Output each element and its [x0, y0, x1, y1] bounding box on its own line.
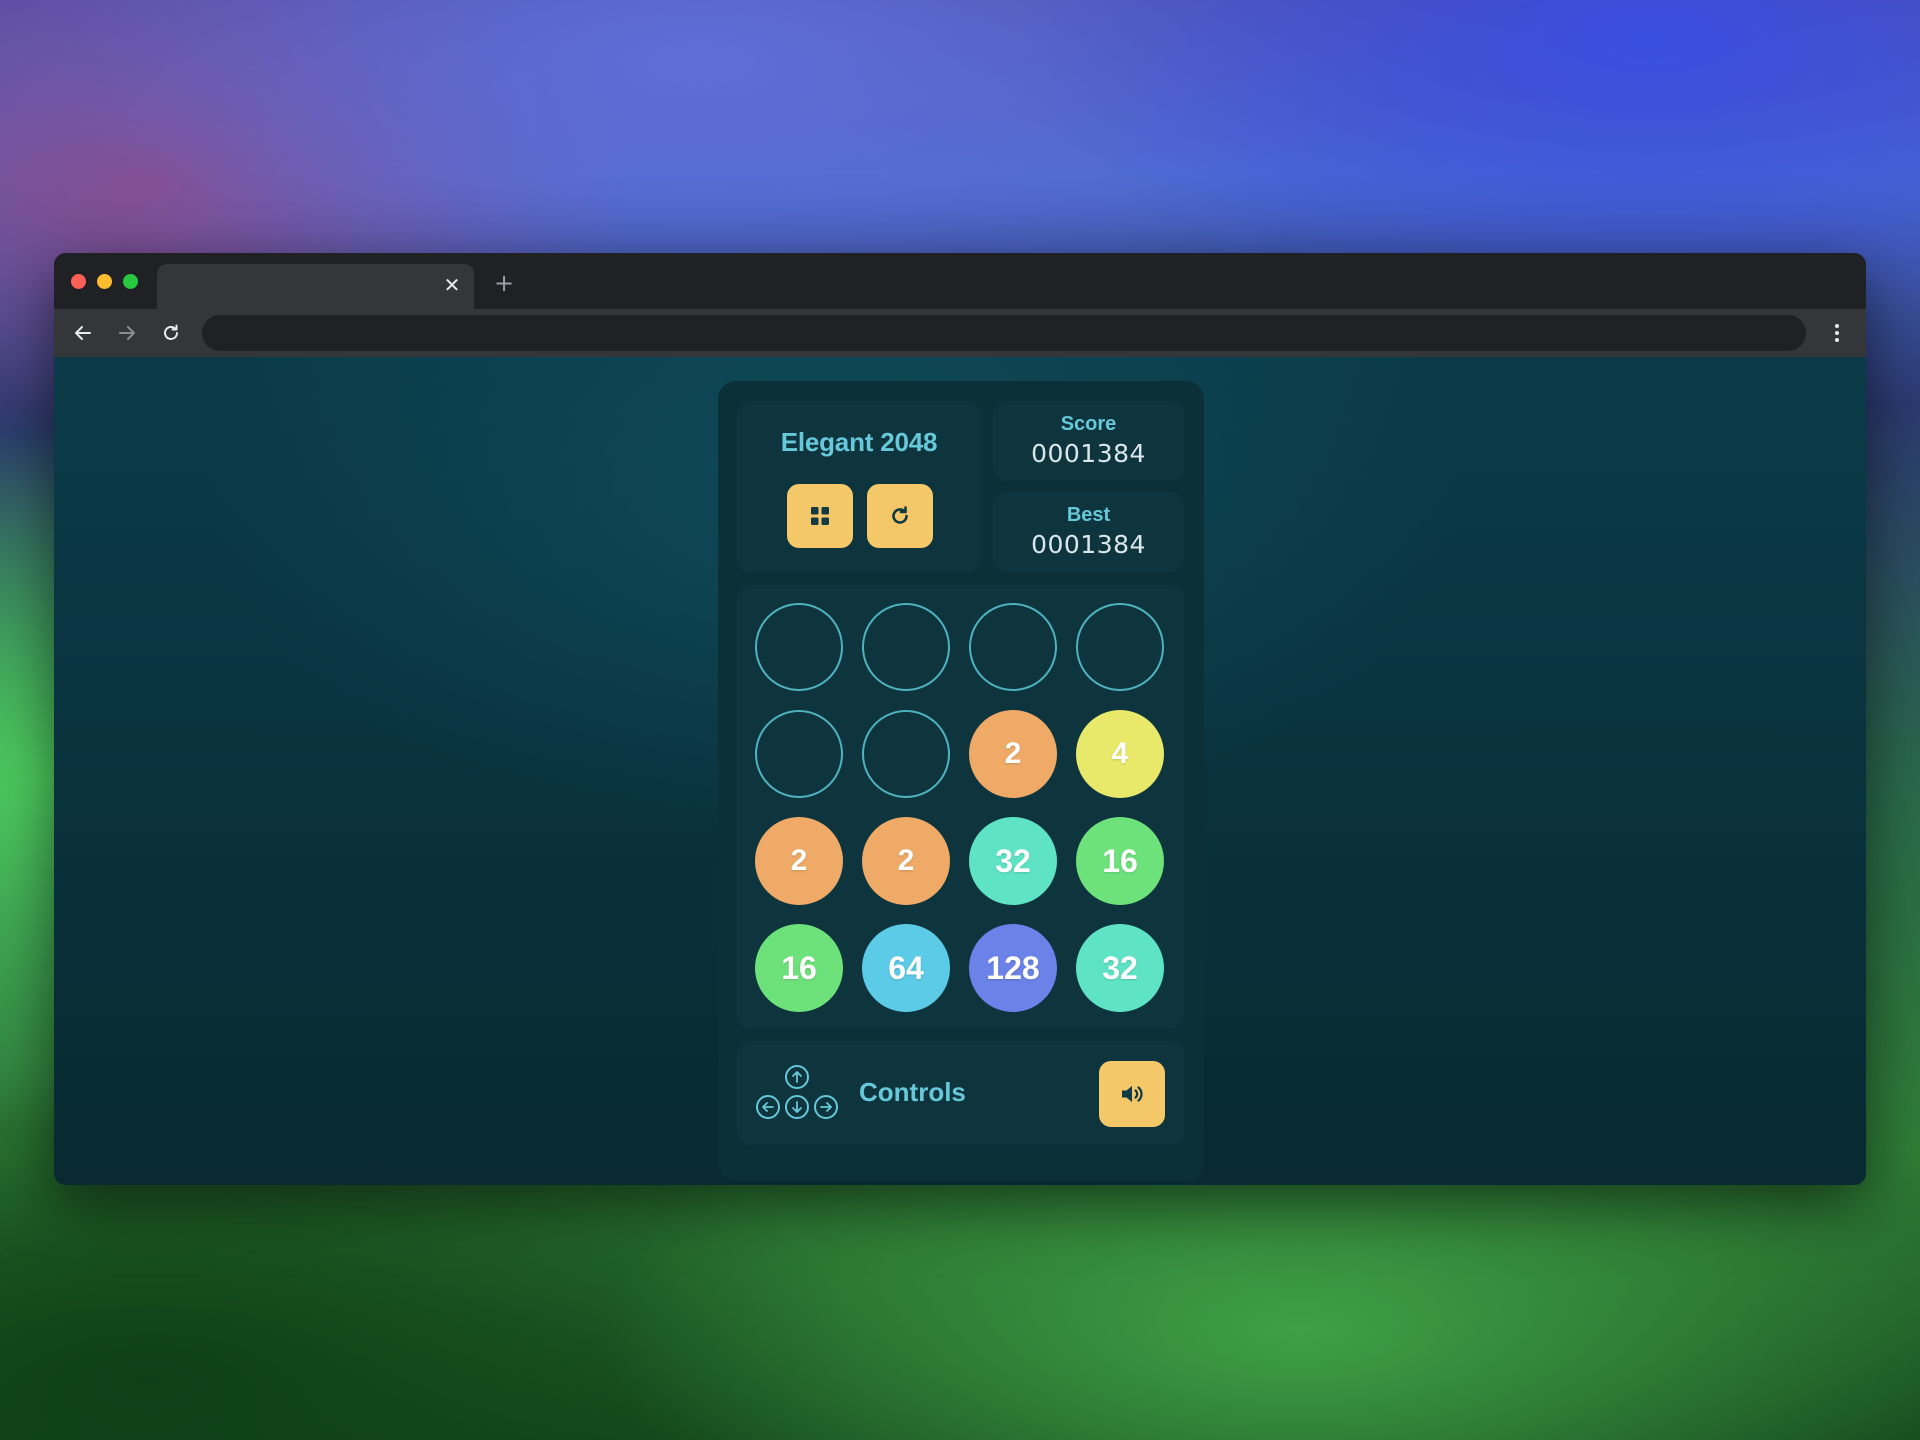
menu-dot [1835, 331, 1839, 335]
tab-close-icon[interactable]: ✕ [440, 273, 464, 297]
tile: 2 [755, 817, 843, 905]
reload-button[interactable] [156, 318, 186, 348]
controls-label: Controls [859, 1077, 966, 1107]
score-label: Score [1060, 413, 1117, 435]
maximize-window-button[interactable] [123, 274, 138, 289]
best-value: 0001384 [1031, 530, 1146, 559]
title-panel: Elegant 2048 [737, 401, 981, 573]
menu-dot [1835, 324, 1839, 328]
tile: 32 [969, 817, 1057, 905]
speaker-icon [1122, 1086, 1143, 1102]
grid-icon [811, 507, 829, 525]
tile: 4 [1076, 710, 1164, 798]
empty-cell [862, 710, 950, 798]
address-bar[interactable] [202, 315, 1806, 351]
tile: 32 [1076, 924, 1164, 1012]
best-label: Best [1066, 504, 1111, 526]
restart-icon [892, 506, 908, 524]
arrow-keys-icon [752, 1065, 842, 1125]
close-window-button[interactable] [71, 274, 86, 289]
empty-cell [969, 603, 1057, 691]
controls-panel: Controls [737, 1041, 1184, 1145]
page-viewport: Elegant 2048 Score 0001384 Best 0001384 … [54, 357, 1866, 1185]
arrow-right-icon [119, 326, 135, 340]
empty-cell [862, 603, 950, 691]
tile: 16 [1076, 817, 1164, 905]
browser-toolbar [54, 309, 1866, 357]
reload-icon [164, 324, 178, 340]
empty-cell [755, 710, 843, 798]
tile: 2 [969, 710, 1057, 798]
arrow-left-icon [756, 1095, 780, 1119]
menu-dot [1835, 338, 1839, 342]
empty-cell [755, 603, 843, 691]
tile: 16 [755, 924, 843, 1012]
restart-button[interactable] [867, 484, 933, 548]
forward-button[interactable] [112, 318, 142, 348]
tile: 128 [969, 924, 1057, 1012]
game-container: Elegant 2048 Score 0001384 Best 0001384 … [718, 381, 1204, 1181]
best-panel: Best 0001384 [993, 492, 1184, 572]
grid-button[interactable] [787, 484, 853, 548]
score-value: 0001384 [1031, 439, 1146, 468]
game-board[interactable]: 2 4 2 2 32 16 16 64 128 32 [737, 585, 1184, 1029]
tile: 64 [862, 924, 950, 1012]
back-button[interactable] [68, 318, 98, 348]
browser-window: ✕ + Elegant 2048 Score 0001384 Best 0001… [54, 253, 1866, 1185]
sound-button[interactable] [1099, 1061, 1165, 1127]
new-tab-button[interactable]: + [490, 269, 518, 297]
browser-tab[interactable]: ✕ [157, 264, 474, 309]
score-panel: Score 0001384 [993, 401, 1184, 481]
arrow-up-icon [785, 1065, 809, 1089]
game-title: Elegant 2048 [780, 427, 938, 457]
browser-menu-button[interactable] [1822, 318, 1852, 348]
arrow-down-icon [785, 1095, 809, 1119]
minimize-window-button[interactable] [97, 274, 112, 289]
tab-bar: ✕ + [54, 253, 1866, 309]
tile: 2 [862, 817, 950, 905]
arrow-right-icon [814, 1095, 838, 1119]
arrow-left-icon [75, 326, 91, 340]
empty-cell [1076, 603, 1164, 691]
